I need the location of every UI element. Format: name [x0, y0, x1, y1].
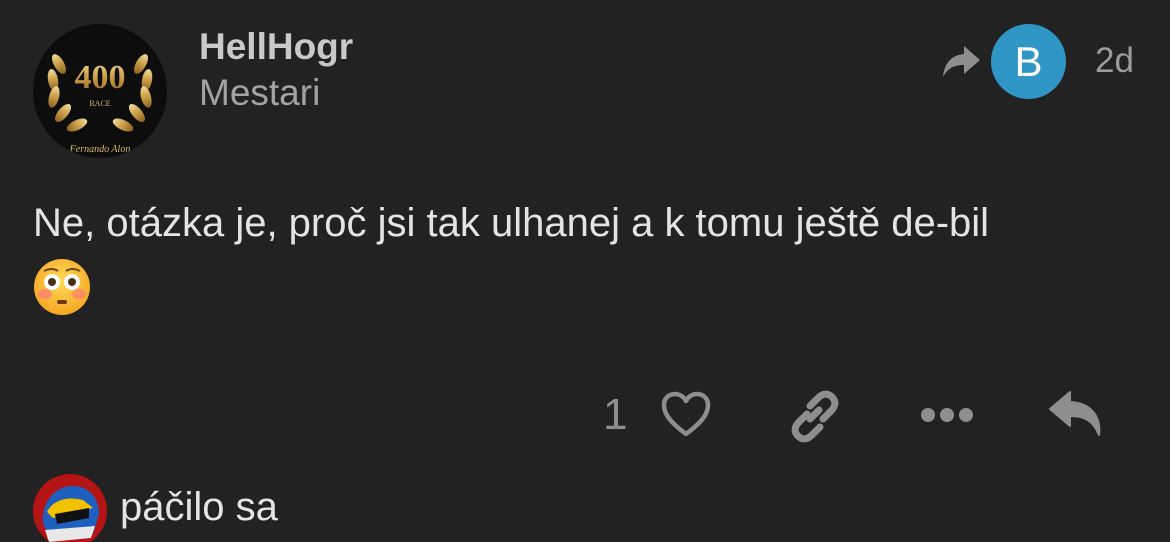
link-icon[interactable]	[788, 389, 842, 443]
post-body: Ne, otázka je, proč jsi tak ulhanej a k …	[33, 201, 990, 245]
avatar-badge-sub: RACE	[89, 99, 110, 108]
post-age[interactable]: 2d	[1095, 41, 1134, 81]
flushed-face-emoji	[34, 259, 90, 315]
heart-icon[interactable]	[660, 390, 712, 438]
reply-icon[interactable]	[1048, 390, 1104, 440]
helmet-avatar-image	[33, 474, 107, 542]
more-icon[interactable]	[920, 402, 974, 428]
author-username[interactable]: HellHogr	[199, 26, 353, 68]
avatar-badge-number: 400	[75, 59, 126, 96]
like-count[interactable]: 1	[603, 391, 627, 439]
author-avatar[interactable]: 400 RACE Fernando Alon	[33, 24, 167, 158]
share-arrow-icon[interactable]	[940, 42, 982, 82]
liked-by-avatar[interactable]	[33, 474, 107, 542]
laurel-badge-image: 400 RACE Fernando Alon	[33, 24, 167, 158]
author-title: Mestari	[199, 72, 321, 113]
avatar-caption: Fernando Alon	[69, 144, 131, 155]
post-container: 400 RACE Fernando Alon HellHogr Mestari …	[0, 0, 1170, 542]
liked-by-text: páčilo sa	[120, 485, 278, 529]
reply-to-avatar[interactable]: B	[991, 24, 1066, 99]
